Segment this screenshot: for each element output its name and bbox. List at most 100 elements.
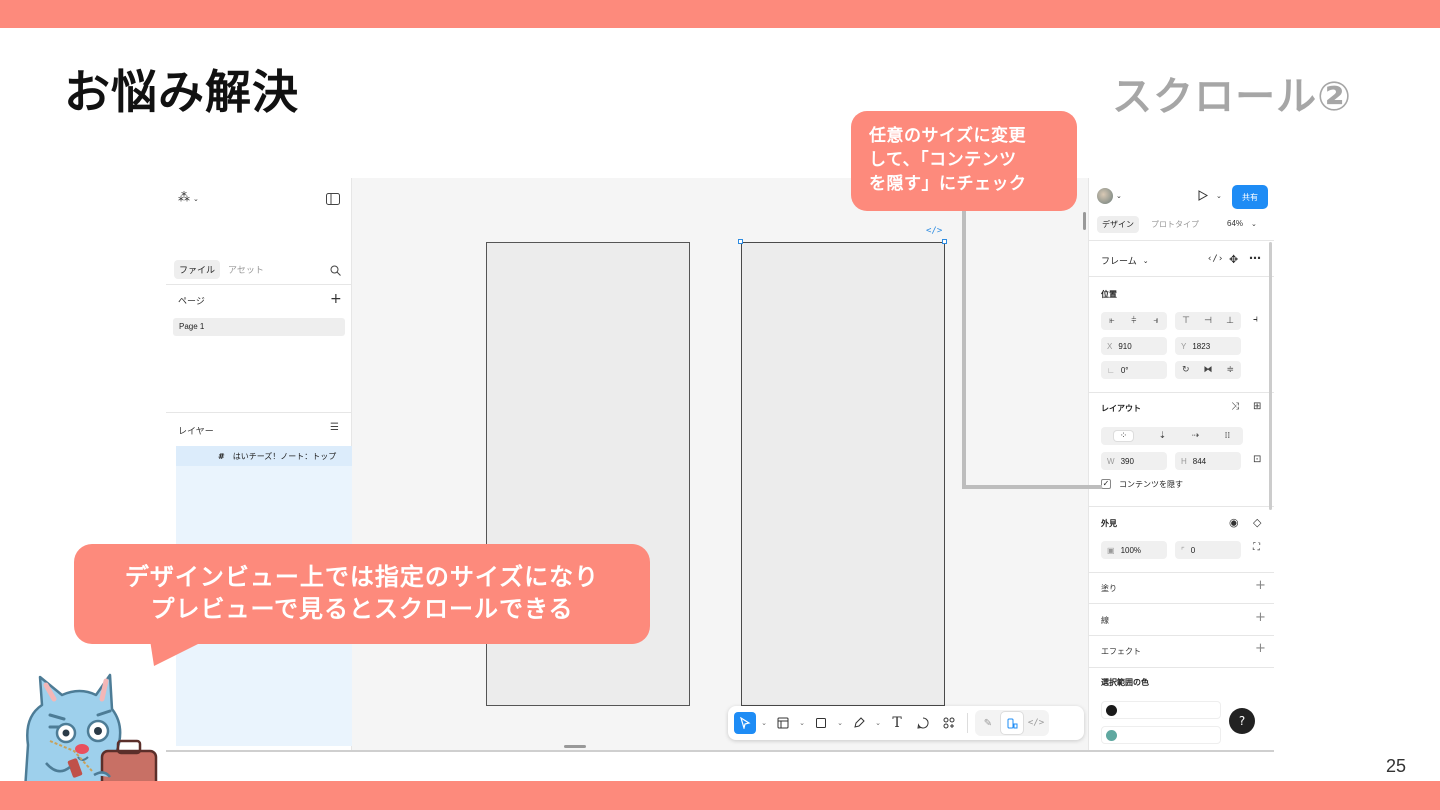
opacity-icon: ▣ [1107,545,1115,555]
move-icon[interactable] [734,712,756,734]
page-item[interactable]: Page 1 [173,318,345,336]
add-fill-icon[interactable]: + [1255,578,1266,593]
divider [1089,392,1274,393]
frame-icon[interactable] [772,712,794,734]
tab-file[interactable]: ファイル [174,260,221,279]
pen-icon[interactable] [848,712,870,734]
add-stroke-icon[interactable]: + [1255,610,1266,625]
horizontal-layout-icon[interactable]: ⇢ [1192,431,1200,441]
align-left-icon[interactable]: ⫦ [1109,316,1114,326]
code-icon[interactable]: ‹/› [1207,254,1223,264]
flip-vertical-icon[interactable]: ≑ [1226,365,1234,375]
x-field[interactable]: X 910 [1101,337,1167,355]
chevron-down-icon[interactable]: ⌄ [836,719,844,727]
chevron-down-icon: ⌄ [1116,192,1122,200]
more-icon[interactable]: ⋯ [1249,251,1261,265]
resize-handle[interactable] [942,239,947,244]
frame-type-select[interactable]: フレーム ⌄ [1101,254,1149,268]
grid-layout-icon[interactable]: ⁞⁞ [1225,431,1231,441]
code-badge-icon[interactable]: </> [926,226,942,236]
component-icon[interactable]: ✥ [1229,253,1238,266]
chevron-down-icon: ⌄ [1251,221,1257,228]
divider [1089,572,1274,573]
zoom-level[interactable]: 64% ⌄ [1227,219,1257,228]
grid-settings-icon[interactable]: ⊞ [1253,401,1261,412]
chevron-down-icon[interactable]: ⌄ [798,719,806,727]
rotate-icon[interactable]: ↻ [1182,365,1190,375]
width-field[interactable]: W 390 [1101,452,1167,470]
align-center-icon[interactable]: ⫩ [1131,316,1136,326]
right-panel: ⌄ ⌄ 共有 デザイン プロトタイプ 64% ⌄ フレーム ⌄ ‹/› ✥ ⋯ 位… [1083,178,1274,750]
flip-horizontal-icon[interactable]: ⧓ [1204,365,1213,375]
design-icon[interactable] [1001,712,1023,734]
layout-mode-group: ⁘ ⇣ ⇢ ⁞⁞ [1101,427,1243,445]
selection-color-row[interactable] [1101,726,1221,744]
share-button[interactable]: 共有 [1232,185,1268,209]
avatar-menu[interactable]: ⌄ [1097,188,1122,204]
frame-icon: # [218,451,225,461]
canvas[interactable]: </> ⌄ ⌄ ⌄ ⌄ T ✎ </> [352,178,1088,750]
chevron-down-icon[interactable]: ⌄ [760,719,768,727]
search-icon[interactable] [330,261,341,280]
clip-content-label: コンテンツを隠す [1119,480,1183,489]
figma-logo-icon[interactable]: ⁂ ⌄ [178,190,199,204]
panel-scroll-indicator[interactable] [1083,212,1086,230]
divider [166,284,352,285]
horizontal-scrollbar[interactable] [564,745,586,748]
distribute-icon[interactable]: ⫞ [1253,314,1258,325]
resize-to-fit-icon[interactable]: ⊡ [1253,454,1261,465]
help-button[interactable]: ? [1229,708,1255,734]
bottom-band [0,781,1440,810]
y-field[interactable]: Y 1823 [1175,337,1241,355]
opacity-field[interactable]: ▣ 100% [1101,541,1167,559]
tab-assets[interactable]: アセット [228,263,264,276]
figma-window: ⁂ ⌄ ファイル アセット ページ + Page 1 レイヤー ☰ # はいチーズ… [166,178,1274,752]
align-right-icon[interactable]: ⫣ [1153,316,1158,326]
align-top-icon[interactable]: ⊤ [1182,316,1190,326]
clip-content-checkbox[interactable]: ✓ [1101,479,1111,489]
callout-line: を隠す」にチェック [869,174,1027,194]
vertical-layout-icon[interactable]: ⇣ [1159,431,1167,441]
collapse-icon[interactable]: ⤨ [1231,401,1239,412]
effect-label: エフェクト [1101,647,1141,656]
eye-icon[interactable]: ◉ [1229,516,1239,529]
slide-subtitle: スクロール② [1112,74,1352,120]
draw-icon[interactable]: ✎ [977,712,999,734]
panel-scrollbar[interactable] [1269,242,1272,510]
actions-icon[interactable] [938,712,960,734]
text-icon[interactable]: T [886,712,908,734]
dev-icon[interactable]: </> [1025,712,1047,734]
toolbar-divider [967,713,968,733]
speech-line: デザインビュー上では指定のサイズになり [124,563,600,591]
align-bottom-icon[interactable]: ⊥ [1226,316,1234,326]
tab-design[interactable]: デザイン [1097,216,1139,233]
present-button[interactable]: ⌄ [1197,190,1222,201]
rotation-field[interactable]: ∟ 0° [1101,361,1167,379]
tab-prototype[interactable]: プロトタイプ [1151,219,1199,230]
selection-color-row[interactable] [1101,701,1221,719]
rectangle-icon[interactable] [810,712,832,734]
connector-line [962,211,966,489]
blend-mode-icon[interactable]: ◇ [1253,516,1261,529]
add-page-icon[interactable]: + [330,291,342,307]
frame-right-selected[interactable] [741,242,945,706]
align-middle-icon[interactable]: ⊣ [1204,316,1212,326]
layers-collapse-icon[interactable]: ☰ [330,422,339,433]
fill-label: 塗り [1101,584,1117,593]
chevron-down-icon[interactable]: ⌄ [874,719,882,727]
frame-label: フレーム [1101,257,1137,267]
freeform-layout-icon[interactable]: ⁘ [1113,431,1134,441]
corner-radius-field[interactable]: ⌜ 0 [1175,541,1241,559]
avatar [1097,188,1113,204]
layout-label: レイアウト [1101,404,1141,413]
add-effect-icon[interactable]: + [1255,641,1266,656]
layer-row[interactable]: # はいチーズ！ノート：トップ [176,446,352,466]
comment-icon[interactable] [912,712,934,734]
stroke-label: 線 [1101,616,1109,625]
resize-handle[interactable] [738,239,743,244]
layer-name: はいチーズ！ノート：トップ [232,451,337,461]
color-swatch [1106,705,1117,716]
independent-corners-icon[interactable]: ⛶ [1253,542,1260,553]
height-field[interactable]: H 844 [1175,452,1241,470]
sidebar-toggle-icon[interactable] [326,190,340,209]
